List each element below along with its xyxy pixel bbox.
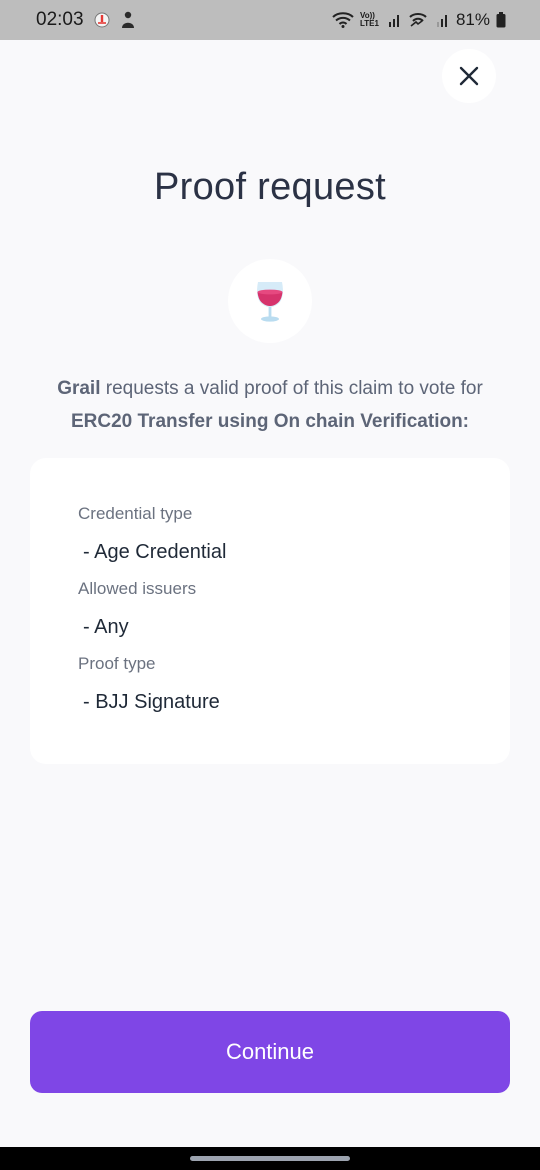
volte-icon: Vo)) LTE1 [359,11,379,28]
home-indicator[interactable] [190,1156,350,1161]
request-purpose: ERC20 Transfer using On chain Verificati… [70,411,470,432]
continue-button[interactable]: Continue [30,1011,510,1093]
allowed-issuers-label: Allowed issuers [78,579,197,598]
request-text: requests a valid proof of this claim to … [100,378,483,399]
notification-icon [94,12,110,28]
battery-percent: 81% [455,10,490,29]
avatar-icon [120,11,136,29]
allowed-issuers-value: - Any [83,616,129,638]
app-logo [228,259,312,343]
request-description: Grail requests a valid proof of this cla… [20,372,520,438]
proof-type-value: - BJJ Signature [83,691,220,713]
credential-type-label: Credential type [78,504,193,523]
wifi-calling-icon [408,12,430,28]
close-button[interactable] [442,49,496,103]
signal-icon [388,12,402,28]
status-bar: 02:03 Vo)) LTE1 81% [0,0,540,40]
status-time: 02:03 [36,9,84,30]
status-left: 02:03 [36,9,136,31]
wifi-icon [332,12,354,28]
proof-type-label: Proof type [78,654,156,673]
page-title: Proof request [153,166,387,208]
close-icon [459,66,479,86]
credential-type-value: - Age Credential [83,541,227,563]
battery-icon [496,12,506,28]
signal-icon [436,12,450,28]
proof-details-card: Credential type - Age Credential Allowed… [30,458,510,764]
requester-name: Grail [57,378,101,399]
wine-glass-icon [250,278,290,324]
status-right: Vo)) LTE1 81% [332,10,506,30]
